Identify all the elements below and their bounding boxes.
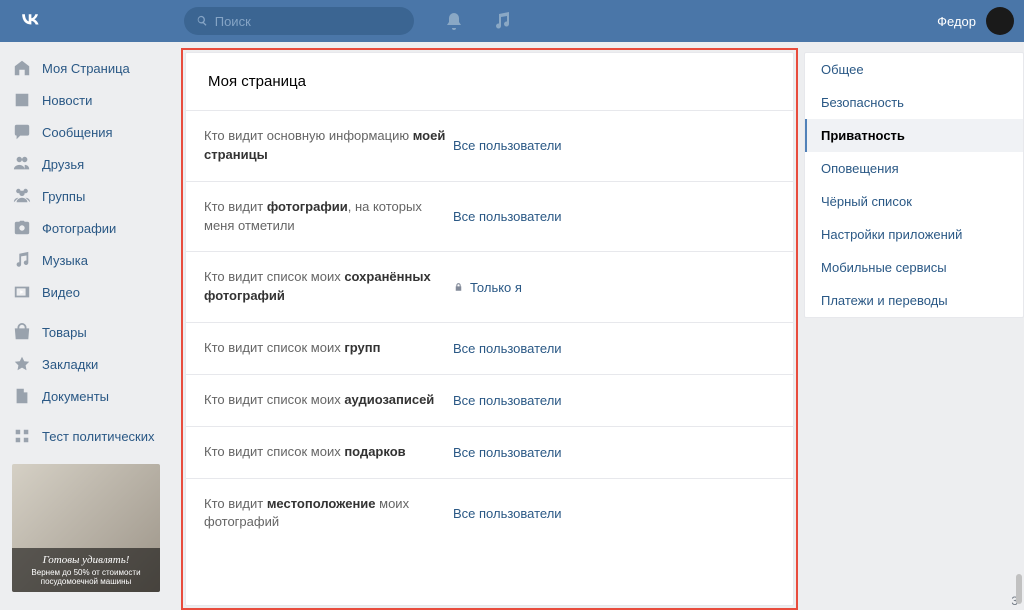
docs-icon: [12, 386, 32, 406]
privacy-row-value[interactable]: Все пользователи: [453, 393, 562, 408]
header-icons: [444, 11, 512, 31]
tab-Оповещения[interactable]: Оповещения: [805, 152, 1023, 185]
apps-icon: [12, 426, 32, 446]
sidebar-item-bookmarks[interactable]: Закладки: [6, 348, 175, 380]
sidebar-item-label: Друзья: [42, 157, 84, 172]
app-header: Федор: [0, 0, 1024, 42]
sidebar-item-apps[interactable]: Тест политических: [6, 420, 175, 452]
privacy-row: Кто видит список моих сохранённых фотогр…: [186, 252, 793, 323]
sidebar-ad[interactable]: Готовы удивлять! Вернем до 50% от стоимо…: [12, 464, 160, 592]
privacy-row-value[interactable]: Все пользователи: [453, 506, 562, 521]
tab-Чёрный список[interactable]: Чёрный список: [805, 185, 1023, 218]
privacy-row-label: Кто видит основную информацию моей стран…: [198, 127, 453, 165]
privacy-row: Кто видит список моих группВсе пользоват…: [186, 323, 793, 375]
sidebar-item-label: Товары: [42, 325, 87, 340]
privacy-row-value[interactable]: Все пользователи: [453, 138, 562, 153]
sidebar-item-label: Музыка: [42, 253, 88, 268]
sidebar-item-friends[interactable]: Друзья: [6, 148, 175, 180]
sidebar-item-docs[interactable]: Документы: [6, 380, 175, 412]
music-player-icon[interactable]: [492, 11, 512, 31]
tab-Безопасность[interactable]: Безопасность: [805, 86, 1023, 119]
search-icon: [196, 14, 209, 28]
sidebar-item-label: Моя Страница: [42, 61, 130, 76]
privacy-row-label: Кто видит список моих подарков: [198, 443, 453, 462]
sidebar-item-label: Закладки: [42, 357, 98, 372]
home-icon: [12, 58, 32, 78]
sidebar-item-home[interactable]: Моя Страница: [6, 52, 175, 84]
privacy-row: Кто видит список моих аудиозаписейВсе по…: [186, 375, 793, 427]
privacy-rows: Кто видит основную информацию моей стран…: [186, 111, 793, 603]
privacy-row: Кто видит список моих подарковВсе пользо…: [186, 427, 793, 479]
music-icon: [12, 250, 32, 270]
privacy-row-label: Кто видит список моих аудиозаписей: [198, 391, 453, 410]
left-sidebar: Моя Страница Новости Сообщения Друзья Группы…: [0, 42, 175, 610]
privacy-row-label: Кто видит фотографии, на которых меня от…: [198, 198, 453, 236]
settings-card: Моя страница Кто видит основную информац…: [185, 52, 794, 606]
privacy-row-value[interactable]: Все пользователи: [453, 341, 562, 356]
sidebar-item-video[interactable]: Видео: [6, 276, 175, 308]
notifications-icon[interactable]: [444, 11, 464, 31]
tab-Платежи и переводы[interactable]: Платежи и переводы: [805, 284, 1023, 317]
photos-icon: [12, 218, 32, 238]
tab-Настройки приложений[interactable]: Настройки приложений: [805, 218, 1023, 251]
lock-icon: [453, 282, 464, 293]
ad-overlay: Готовы удивлять! Вернем до 50% от стоимо…: [12, 548, 160, 592]
groups-icon: [12, 186, 32, 206]
search-box[interactable]: [184, 7, 414, 35]
privacy-row-value[interactable]: Только я: [453, 280, 522, 295]
sidebar-item-label: Документы: [42, 389, 109, 404]
main-content: Моя страница Кто видит основную информац…: [175, 42, 804, 610]
privacy-row: Кто видит основную информацию моей стран…: [186, 111, 793, 182]
sidebar-item-music[interactable]: Музыка: [6, 244, 175, 276]
sidebar-item-photos[interactable]: Фотографии: [6, 212, 175, 244]
search-input[interactable]: [215, 14, 402, 29]
page-scrollbar[interactable]: [1012, 42, 1024, 610]
highlighted-area: Моя страница Кто видит основную информац…: [181, 48, 798, 610]
privacy-row-value[interactable]: Все пользователи: [453, 209, 562, 224]
messages-icon: [12, 122, 32, 142]
right-tabs: ОбщееБезопасностьПриватностьОповещенияЧё…: [804, 42, 1024, 610]
privacy-row-label: Кто видит список моих групп: [198, 339, 453, 358]
ad-title: Готовы удивлять!: [18, 554, 154, 566]
username-label: Федор: [937, 14, 976, 29]
privacy-row: Кто видит местоположение моих фотографий…: [186, 479, 793, 549]
sidebar-item-label: Новости: [42, 93, 92, 108]
market-icon: [12, 322, 32, 342]
privacy-row: Кто видит фотографии, на которых меня от…: [186, 182, 793, 253]
news-icon: [12, 90, 32, 110]
tab-Мобильные сервисы[interactable]: Мобильные сервисы: [805, 251, 1023, 284]
sidebar-item-groups[interactable]: Группы: [6, 180, 175, 212]
sidebar-item-label: Фотографии: [42, 221, 116, 236]
sidebar-item-news[interactable]: Новости: [6, 84, 175, 116]
sidebar-item-label: Сообщения: [42, 125, 113, 140]
video-icon: [12, 282, 32, 302]
card-title: Моя страница: [186, 53, 793, 111]
sidebar-item-market[interactable]: Товары: [6, 316, 175, 348]
sidebar-item-label: Группы: [42, 189, 85, 204]
tab-Общее[interactable]: Общее: [805, 53, 1023, 86]
sidebar-item-label: Видео: [42, 285, 80, 300]
vk-logo[interactable]: [16, 7, 44, 35]
bookmarks-icon: [12, 354, 32, 374]
tab-Приватность[interactable]: Приватность: [805, 119, 1023, 152]
privacy-row-label: Кто видит местоположение моих фотографий: [198, 495, 453, 533]
sidebar-item-messages[interactable]: Сообщения: [6, 116, 175, 148]
privacy-row-label: Кто видит список моих сохранённых фотогр…: [198, 268, 453, 306]
friends-icon: [12, 154, 32, 174]
sidebar-item-label: Тест политических: [42, 429, 155, 444]
ad-subtitle: Вернем до 50% от стоимости посудомоечной…: [18, 568, 154, 586]
profile-menu[interactable]: Федор: [937, 7, 1014, 35]
avatar: [986, 7, 1014, 35]
privacy-row-value[interactable]: Все пользователи: [453, 445, 562, 460]
